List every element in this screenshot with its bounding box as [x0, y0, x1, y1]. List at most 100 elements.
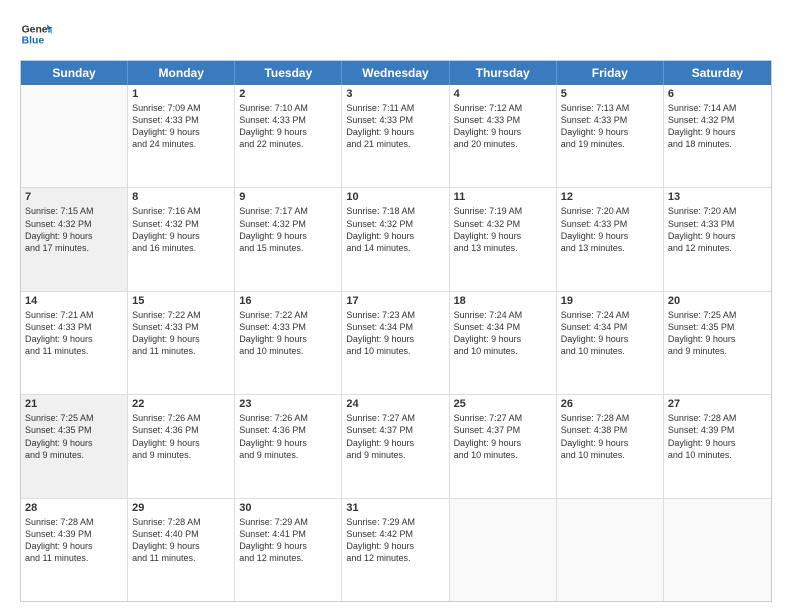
day-info: Sunrise: 7:13 AM Sunset: 4:33 PM Dayligh…: [561, 102, 659, 151]
day-info: Sunrise: 7:27 AM Sunset: 4:37 PM Dayligh…: [346, 412, 444, 461]
day-cell-14: 14 Sunrise: 7:21 AM Sunset: 4:33 PM Dayli…: [21, 292, 128, 394]
day-cell-5: 5 Sunrise: 7:13 AM Sunset: 4:33 PM Daylig…: [557, 85, 664, 187]
header-day-friday: Friday: [557, 61, 664, 85]
day-info: Sunrise: 7:22 AM Sunset: 4:33 PM Dayligh…: [239, 309, 337, 358]
day-number: 5: [561, 88, 659, 100]
empty-cell: [21, 85, 128, 187]
svg-text:Blue: Blue: [22, 36, 45, 47]
day-info: Sunrise: 7:19 AM Sunset: 4:32 PM Dayligh…: [454, 205, 552, 254]
day-info: Sunrise: 7:09 AM Sunset: 4:33 PM Dayligh…: [132, 102, 230, 151]
day-cell-2: 2Sunrise: 7:10 AM Sunset: 4:33 PM Daylig…: [235, 85, 342, 187]
day-number: 8: [132, 191, 230, 203]
day-number: 21: [25, 398, 123, 410]
day-cell-25: 25Sunrise: 7:27 AM Sunset: 4:37 PM Dayli…: [450, 395, 557, 497]
logo: General Blue: [20, 18, 52, 50]
day-number: 31: [346, 502, 444, 514]
empty-cell: [664, 499, 771, 601]
day-info: Sunrise: 7:25 AM Sunset: 4:35 PM Dayligh…: [25, 412, 123, 461]
day-cell-13: 13Sunrise: 7:20 AM Sunset: 4:33 PM Dayli…: [664, 188, 771, 290]
day-number: 29: [132, 502, 230, 514]
day-number: 10: [346, 191, 444, 203]
day-number: 26: [561, 398, 659, 410]
day-cell-6: 6 Sunrise: 7:14 AM Sunset: 4:32 PM Daylig…: [664, 85, 771, 187]
day-cell-7: 7 Sunrise: 7:15 AM Sunset: 4:32 PM Daylig…: [21, 188, 128, 290]
day-cell-29: 29 Sunrise: 7:28 AM Sunset: 4:40 PM Dayli…: [128, 499, 235, 601]
day-cell-16: 16 Sunrise: 7:22 AM Sunset: 4:33 PM Dayli…: [235, 292, 342, 394]
day-number: 3: [346, 88, 444, 100]
day-info: Sunrise: 7:16 AM Sunset: 4:32 PM Dayligh…: [132, 205, 230, 254]
day-cell-28: 28Sunrise: 7:28 AM Sunset: 4:39 PM Dayli…: [21, 499, 128, 601]
header-day-thursday: Thursday: [450, 61, 557, 85]
day-info: Sunrise: 7:17 AM Sunset: 4:32 PM Dayligh…: [239, 205, 337, 254]
day-cell-17: 17 Sunrise: 7:23 AM Sunset: 4:34 PM Dayli…: [342, 292, 449, 394]
day-number: 18: [454, 295, 552, 307]
header-day-saturday: Saturday: [664, 61, 771, 85]
day-number: 25: [454, 398, 552, 410]
day-info: Sunrise: 7:14 AM Sunset: 4:32 PM Dayligh…: [668, 102, 767, 151]
day-cell-23: 23Sunrise: 7:26 AM Sunset: 4:36 PM Dayli…: [235, 395, 342, 497]
header: General Blue: [20, 18, 772, 50]
day-cell-1: 1 Sunrise: 7:09 AM Sunset: 4:33 PM Daylig…: [128, 85, 235, 187]
day-cell-22: 22Sunrise: 7:26 AM Sunset: 4:36 PM Dayli…: [128, 395, 235, 497]
day-info: Sunrise: 7:15 AM Sunset: 4:32 PM Dayligh…: [25, 205, 123, 254]
day-number: 20: [668, 295, 767, 307]
calendar-row-4: 21 Sunrise: 7:25 AM Sunset: 4:35 PM Dayli…: [21, 395, 771, 498]
day-info: Sunrise: 7:29 AM Sunset: 4:41 PM Dayligh…: [239, 516, 337, 565]
day-number: 30: [239, 502, 337, 514]
day-cell-3: 3 Sunrise: 7:11 AM Sunset: 4:33 PM Daylig…: [342, 85, 449, 187]
header-day-wednesday: Wednesday: [342, 61, 449, 85]
day-cell-19: 19 Sunrise: 7:24 AM Sunset: 4:34 PM Dayli…: [557, 292, 664, 394]
day-cell-18: 18Sunrise: 7:24 AM Sunset: 4:34 PM Dayli…: [450, 292, 557, 394]
day-info: Sunrise: 7:28 AM Sunset: 4:40 PM Dayligh…: [132, 516, 230, 565]
day-info: Sunrise: 7:24 AM Sunset: 4:34 PM Dayligh…: [561, 309, 659, 358]
day-cell-21: 21 Sunrise: 7:25 AM Sunset: 4:35 PM Dayli…: [21, 395, 128, 497]
day-info: Sunrise: 7:11 AM Sunset: 4:33 PM Dayligh…: [346, 102, 444, 151]
calendar-row-1: 1 Sunrise: 7:09 AM Sunset: 4:33 PM Daylig…: [21, 85, 771, 188]
day-info: Sunrise: 7:21 AM Sunset: 4:33 PM Dayligh…: [25, 309, 123, 358]
day-info: Sunrise: 7:29 AM Sunset: 4:42 PM Dayligh…: [346, 516, 444, 565]
day-info: Sunrise: 7:23 AM Sunset: 4:34 PM Dayligh…: [346, 309, 444, 358]
day-info: Sunrise: 7:18 AM Sunset: 4:32 PM Dayligh…: [346, 205, 444, 254]
day-info: Sunrise: 7:28 AM Sunset: 4:39 PM Dayligh…: [668, 412, 767, 461]
day-cell-15: 15 Sunrise: 7:22 AM Sunset: 4:33 PM Dayli…: [128, 292, 235, 394]
day-info: Sunrise: 7:28 AM Sunset: 4:39 PM Dayligh…: [25, 516, 123, 565]
day-info: Sunrise: 7:12 AM Sunset: 4:33 PM Dayligh…: [454, 102, 552, 151]
day-cell-24: 24 Sunrise: 7:27 AM Sunset: 4:37 PM Dayli…: [342, 395, 449, 497]
calendar-header: SundayMondayTuesdayWednesdayThursdayFrid…: [21, 61, 771, 85]
calendar-row-5: 28Sunrise: 7:28 AM Sunset: 4:39 PM Dayli…: [21, 499, 771, 601]
day-number: 14: [25, 295, 123, 307]
header-day-tuesday: Tuesday: [235, 61, 342, 85]
day-cell-30: 30 Sunrise: 7:29 AM Sunset: 4:41 PM Dayli…: [235, 499, 342, 601]
day-number: 1: [132, 88, 230, 100]
empty-cell: [557, 499, 664, 601]
day-number: 19: [561, 295, 659, 307]
calendar-row-2: 7 Sunrise: 7:15 AM Sunset: 4:32 PM Daylig…: [21, 188, 771, 291]
day-cell-11: 11 Sunrise: 7:19 AM Sunset: 4:32 PM Dayli…: [450, 188, 557, 290]
day-number: 4: [454, 88, 552, 100]
day-number: 6: [668, 88, 767, 100]
day-number: 7: [25, 191, 123, 203]
day-number: 23: [239, 398, 337, 410]
day-info: Sunrise: 7:22 AM Sunset: 4:33 PM Dayligh…: [132, 309, 230, 358]
page: General Blue SundayMondayTuesdayWednesda…: [0, 0, 792, 612]
day-cell-27: 27Sunrise: 7:28 AM Sunset: 4:39 PM Dayli…: [664, 395, 771, 497]
day-number: 11: [454, 191, 552, 203]
day-cell-9: 9 Sunrise: 7:17 AM Sunset: 4:32 PM Daylig…: [235, 188, 342, 290]
day-number: 9: [239, 191, 337, 203]
day-info: Sunrise: 7:10 AM Sunset: 4:33 PM Dayligh…: [239, 102, 337, 151]
day-number: 15: [132, 295, 230, 307]
logo-icon: General Blue: [20, 18, 52, 50]
day-number: 22: [132, 398, 230, 410]
empty-cell: [450, 499, 557, 601]
day-info: Sunrise: 7:20 AM Sunset: 4:33 PM Dayligh…: [561, 205, 659, 254]
day-cell-31: 31 Sunrise: 7:29 AM Sunset: 4:42 PM Dayli…: [342, 499, 449, 601]
day-cell-26: 26 Sunrise: 7:28 AM Sunset: 4:38 PM Dayli…: [557, 395, 664, 497]
day-number: 24: [346, 398, 444, 410]
day-info: Sunrise: 7:28 AM Sunset: 4:38 PM Dayligh…: [561, 412, 659, 461]
day-cell-8: 8 Sunrise: 7:16 AM Sunset: 4:32 PM Daylig…: [128, 188, 235, 290]
calendar-body: 1 Sunrise: 7:09 AM Sunset: 4:33 PM Daylig…: [21, 85, 771, 601]
day-cell-4: 4 Sunrise: 7:12 AM Sunset: 4:33 PM Daylig…: [450, 85, 557, 187]
day-number: 12: [561, 191, 659, 203]
day-number: 17: [346, 295, 444, 307]
day-number: 16: [239, 295, 337, 307]
